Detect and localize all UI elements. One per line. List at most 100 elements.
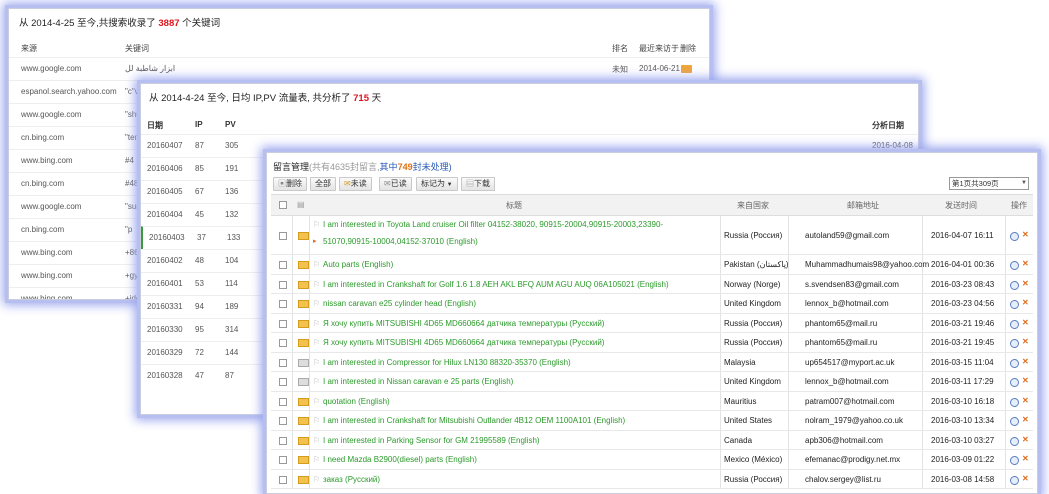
message-subject[interactable]: quotation (English) — [323, 397, 390, 406]
message-subject[interactable]: заказ (Русский) — [323, 475, 380, 484]
message-row[interactable]: ⚐ quotation (English) Mauritius patram007@h… — [271, 391, 1033, 411]
message-checkbox[interactable] — [279, 475, 287, 484]
select-all-checkbox[interactable] — [279, 201, 287, 209]
message-checkbox[interactable] — [279, 339, 287, 348]
delete-icon[interactable]: ✕ — [1022, 279, 1029, 288]
view-icon[interactable] — [1010, 319, 1019, 329]
delete-icon[interactable]: ✕ — [1022, 474, 1029, 483]
message-checkbox[interactable] — [279, 300, 287, 309]
message-row[interactable]: ⚐ Я хочу купить MITSUBISHI 4D65 MD660664 … — [271, 313, 1033, 333]
view-icon[interactable] — [1010, 358, 1019, 368]
message-row[interactable]: ⚐ I am interested in Toyota Land cruiser … — [271, 216, 1033, 255]
flag-icon[interactable]: ⚐ — [313, 299, 320, 308]
view-icon[interactable] — [1010, 232, 1019, 241]
flag-icon[interactable]: ⚐ — [313, 416, 320, 425]
view-icon[interactable] — [1010, 280, 1019, 290]
delete-icon[interactable]: ✕ — [1022, 230, 1029, 239]
source-cell[interactable]: cn.bing.com — [21, 225, 64, 234]
flag-icon[interactable]: ⚐ — [313, 338, 320, 347]
download-button[interactable]: ▤下载 — [461, 177, 495, 191]
message-checkbox[interactable] — [279, 319, 287, 328]
view-icon[interactable] — [1010, 456, 1019, 466]
view-icon[interactable] — [1010, 436, 1019, 446]
source-cell[interactable]: www.bing.com — [21, 271, 73, 280]
flag-icon[interactable]: ⚐ — [313, 397, 320, 406]
col-subject[interactable]: 标题 — [506, 200, 522, 211]
message-subject[interactable]: I am interested in Compressor for Hilux … — [323, 358, 571, 367]
message-subject[interactable]: Я хочу купить MITSUBISHI 4D65 MD660664 д… — [323, 338, 604, 347]
message-checkbox[interactable] — [279, 436, 287, 445]
flag-icon[interactable]: ⚐ — [313, 377, 320, 386]
delete-icon[interactable]: ✕ — [1022, 376, 1029, 385]
delete-icon[interactable]: ✕ — [1022, 318, 1029, 327]
delete-icon[interactable]: ✕ — [1022, 337, 1029, 346]
delete-icon[interactable]: ✕ — [1022, 298, 1029, 307]
unread-button[interactable]: ✉未读 — [339, 177, 372, 191]
flag-icon[interactable]: ⚐ — [313, 358, 320, 367]
source-cell[interactable]: cn.bing.com — [21, 133, 64, 142]
delete-icon[interactable]: ✕ — [1022, 435, 1029, 444]
delete-button[interactable]: ▣删除 — [273, 177, 307, 191]
message-checkbox[interactable] — [279, 397, 287, 406]
flag-icon[interactable]: ⚐ — [313, 319, 320, 328]
message-subject[interactable]: I am interested in Crankshaft for Mitsub… — [323, 416, 625, 425]
message-subject[interactable]: Auto parts (English) — [323, 260, 393, 269]
page-select[interactable]: 第1页共309页 ▼ — [949, 177, 1029, 190]
read-button[interactable]: ✉已读 — [379, 177, 412, 191]
delete-icon[interactable]: ✕ — [1022, 396, 1029, 405]
message-subject[interactable]: I am interested in Toyota Land cruiser O… — [323, 220, 663, 229]
message-checkbox[interactable] — [279, 378, 287, 387]
view-icon[interactable] — [1010, 339, 1019, 349]
flag-icon[interactable]: ⚐ — [313, 436, 320, 445]
message-row[interactable]: ⚐ I am interested in Crankshaft for Golf … — [271, 274, 1033, 294]
flag-icon[interactable]: ⚐ — [313, 475, 320, 484]
source-cell[interactable]: www.google.com — [21, 202, 81, 211]
message-row[interactable]: ⚐ Я хочу купить MITSUBISHI 4D65 MD660664 … — [271, 333, 1033, 353]
delete-icon[interactable]: ✕ — [1022, 357, 1029, 366]
source-cell[interactable]: espanol.search.yahoo.com — [21, 87, 117, 96]
delete-tag-icon[interactable] — [681, 65, 692, 73]
message-checkbox[interactable] — [279, 232, 287, 240]
message-row[interactable]: ⚐Auto parts (English) Pakistan (پاکستان) M… — [271, 255, 1033, 275]
source-cell[interactable]: www.google.com — [21, 110, 81, 119]
message-checkbox[interactable] — [279, 280, 287, 289]
view-icon[interactable] — [1010, 300, 1019, 310]
view-icon[interactable] — [1010, 397, 1019, 407]
col-sent-time[interactable]: 发送时间 — [945, 200, 977, 211]
source-cell[interactable]: www.bing.com — [21, 156, 73, 165]
flag-icon[interactable]: ⚐ — [313, 280, 320, 289]
message-row[interactable]: ⚐ I need Mazda B2900(diesel) parts (Engli… — [271, 450, 1033, 470]
message-subject[interactable]: I need Mazda B2900(diesel) parts (Englis… — [323, 455, 477, 464]
source-cell[interactable]: cn.bing.com — [21, 179, 64, 188]
col-email[interactable]: 邮箱地址 — [847, 200, 879, 211]
message-checkbox[interactable] — [279, 417, 287, 426]
source-cell[interactable]: www.bing.com — [21, 248, 73, 257]
source-cell[interactable]: www.google.com — [21, 64, 81, 73]
flag-icon[interactable]: ⚐ — [313, 220, 320, 229]
message-subject-line2[interactable]: 51070,90915-10004,04152-37010 (English) — [323, 237, 478, 246]
delete-icon[interactable]: ✕ — [1022, 415, 1029, 424]
message-subject[interactable]: I am interested in Parking Sensor for GM… — [323, 436, 540, 445]
message-checkbox[interactable] — [279, 261, 287, 270]
message-row[interactable]: ⚐ I am interested in Parking Sensor for G… — [271, 430, 1033, 450]
mark-as-button[interactable]: 标记为 ▼ — [416, 177, 458, 191]
message-checkbox[interactable] — [279, 358, 287, 367]
message-row[interactable]: ⚐ I am interested in Nissan caravan e 25 … — [271, 372, 1033, 392]
message-subject[interactable]: Я хочу купить MITSUBISHI 4D65 MD660664 д… — [323, 319, 604, 328]
view-icon[interactable] — [1010, 378, 1019, 388]
source-cell[interactable]: www.bing.com — [21, 294, 73, 299]
message-subject[interactable]: I am interested in Crankshaft for Golf 1… — [323, 280, 669, 289]
message-subject[interactable]: I am interested in Nissan caravan e 25 p… — [323, 377, 513, 386]
flag-icon[interactable]: ⚐ — [313, 455, 320, 464]
col-country[interactable]: 来自国家 — [737, 200, 769, 211]
flag-icon[interactable]: ⚐ — [313, 260, 320, 269]
message-row[interactable]: ⚐ nissan caravan e25 cylinder head (Engli… — [271, 294, 1033, 314]
view-icon[interactable] — [1010, 475, 1019, 485]
view-icon[interactable] — [1010, 417, 1019, 427]
message-row[interactable]: ⚐ I am interested in Crankshaft for Mitsu… — [271, 411, 1033, 431]
message-subject[interactable]: nissan caravan e25 cylinder head (Englis… — [323, 299, 476, 308]
delete-icon[interactable]: ✕ — [1022, 259, 1029, 268]
message-checkbox[interactable] — [279, 456, 287, 465]
delete-icon[interactable]: ✕ — [1022, 454, 1029, 463]
message-row[interactable]: ⚐ I am interested in Compressor for Hilux… — [271, 352, 1033, 372]
